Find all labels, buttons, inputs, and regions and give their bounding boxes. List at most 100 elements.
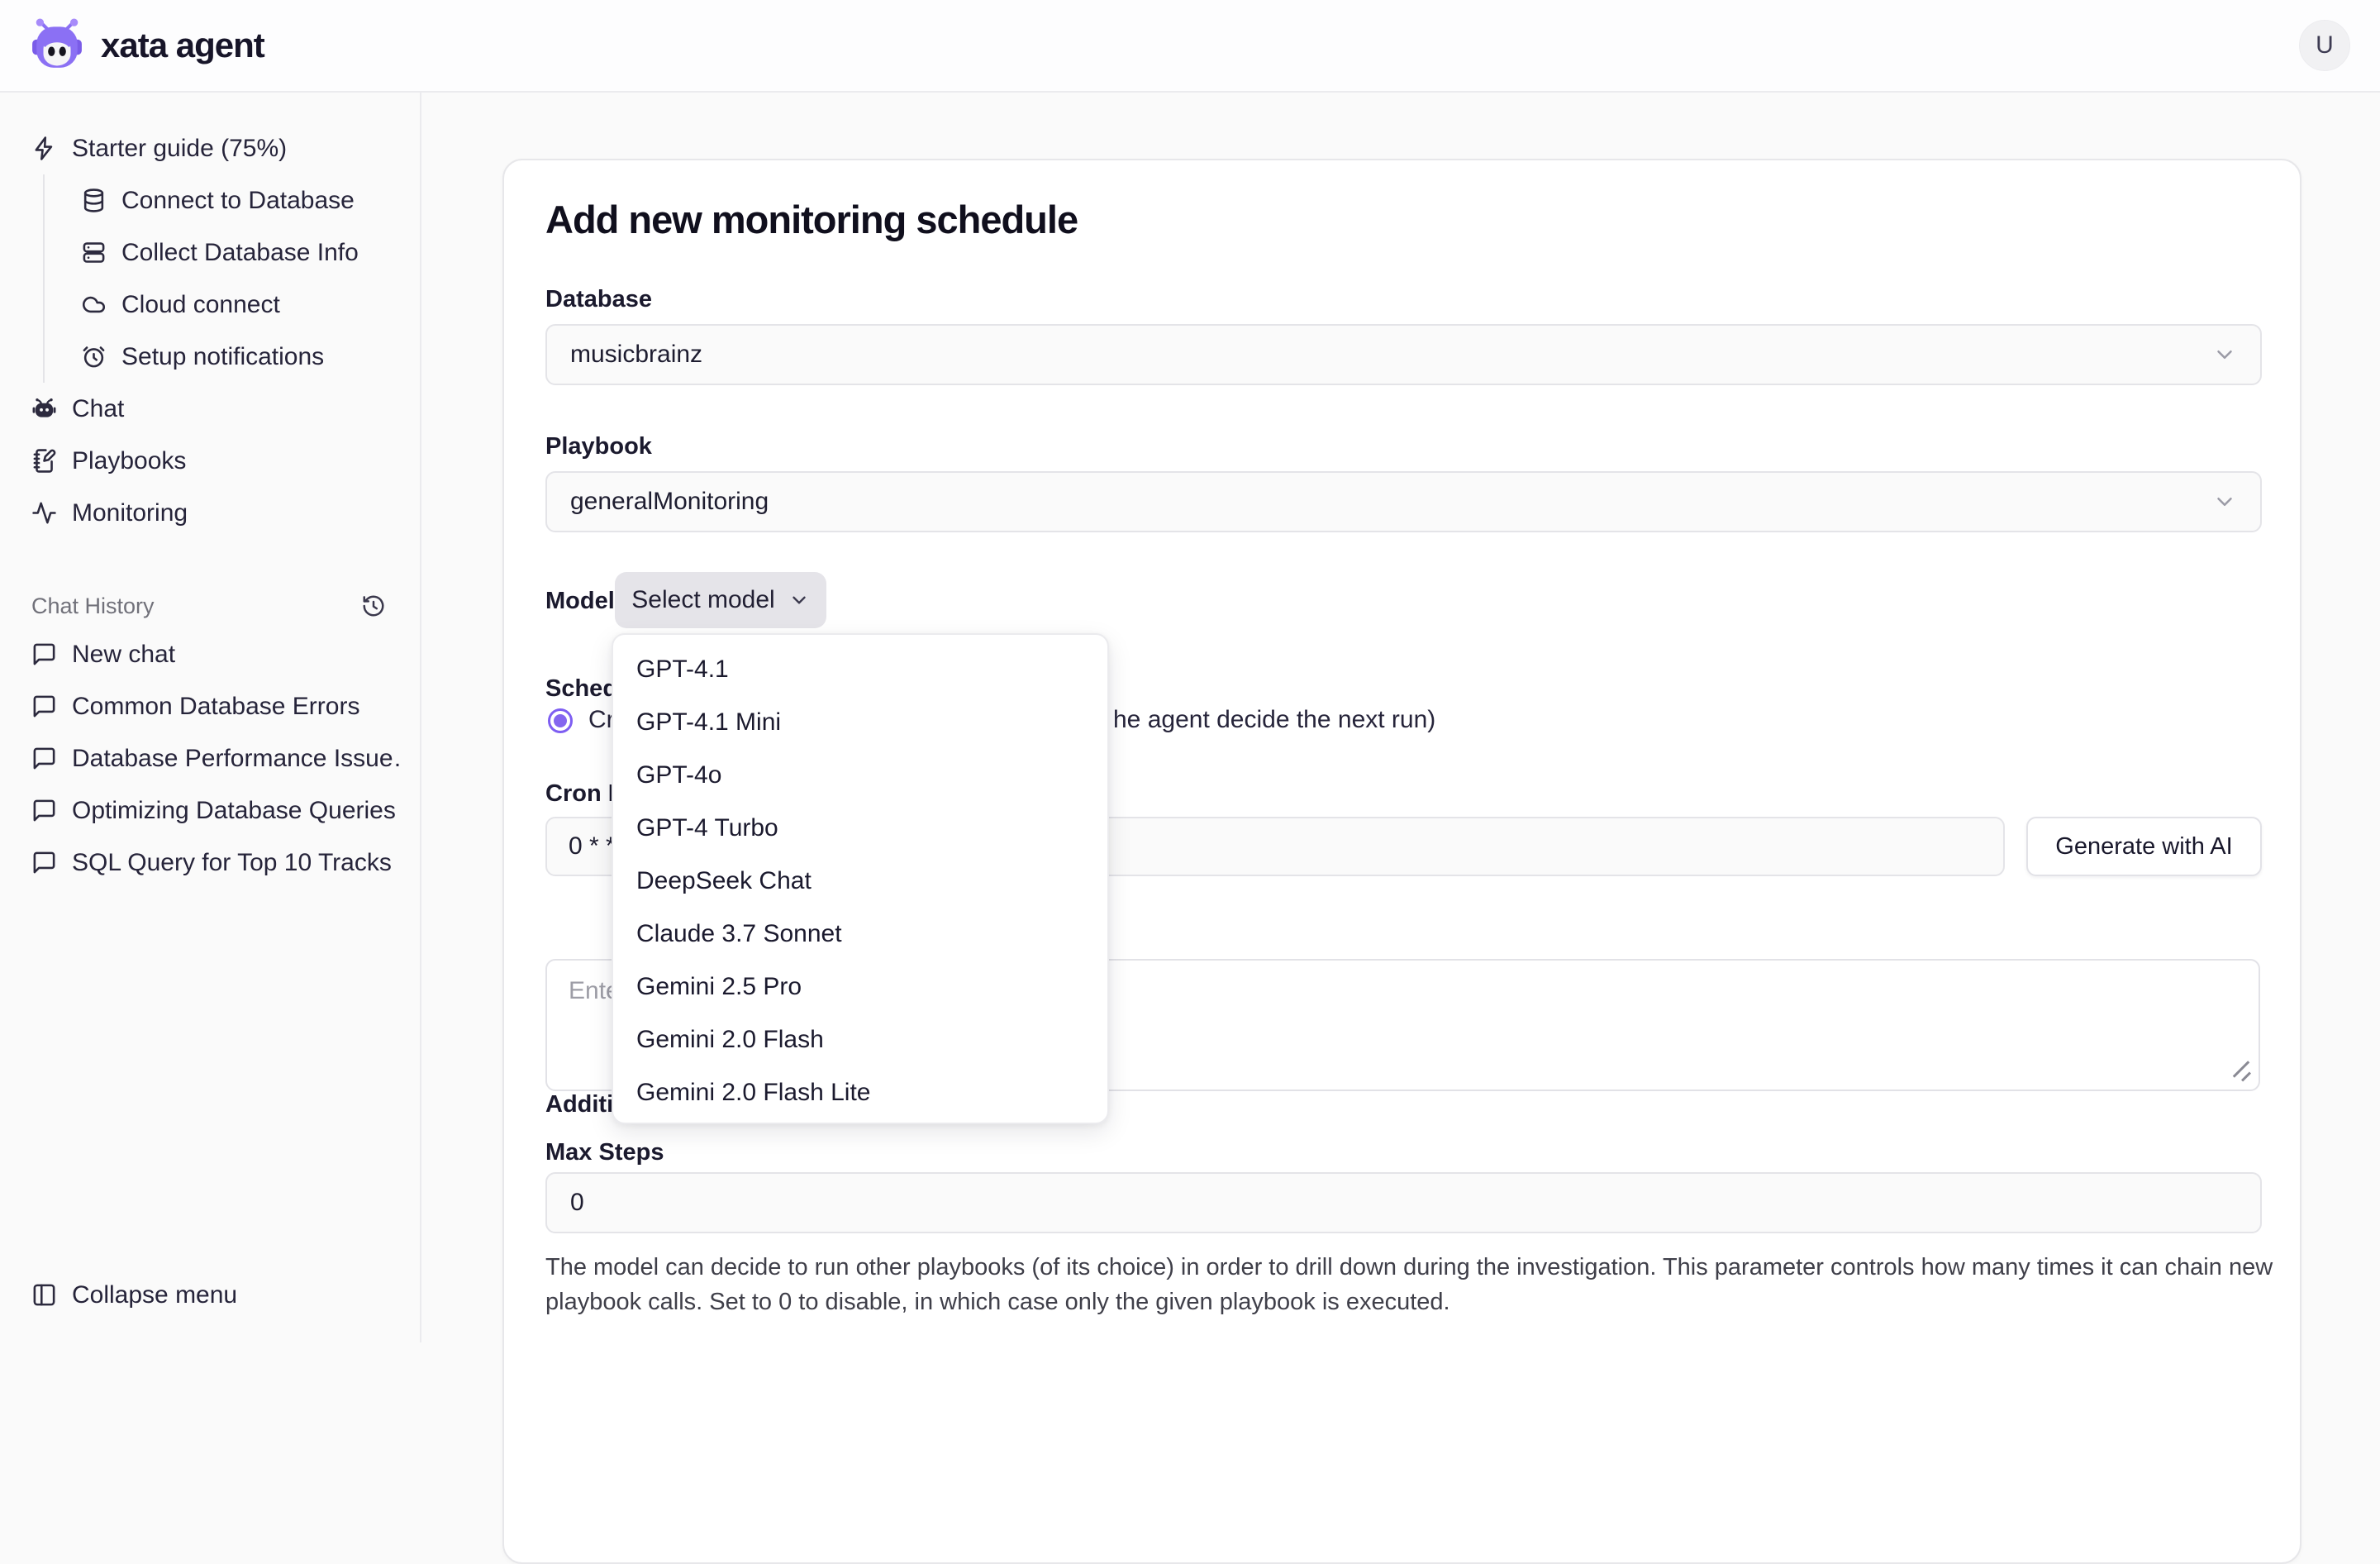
chat-history-header: Chat History — [20, 584, 400, 628]
sidebar-item-connect-to-database[interactable]: Connect to Database — [45, 174, 400, 226]
zap-icon — [31, 136, 57, 161]
app-root: xata agent U Starter guide (75%) Connect… — [0, 0, 2380, 1342]
sidebar-item-chat[interactable]: Chat — [20, 383, 400, 435]
model-option[interactable]: Gemini 2.0 Flash — [620, 1013, 1101, 1066]
playbook-select[interactable]: generalMonitoring — [545, 471, 2262, 532]
sidebar-item-label: Collect Database Info — [121, 239, 359, 267]
schedule-radio-label-left: Cr — [588, 706, 615, 734]
sidebar: Starter guide (75%) Connect to Database — [0, 93, 421, 1342]
activity-icon — [31, 500, 57, 526]
chat-history-item-label: Database Performance Issue… — [72, 745, 400, 773]
max-steps-label: Max Steps — [545, 1139, 664, 1166]
sidebar-item-monitoring[interactable]: Monitoring — [20, 487, 400, 539]
generate-with-ai-label: Generate with AI — [2055, 833, 2232, 860]
chat-history-item[interactable]: SQL Query for Top 10 Tracks … — [20, 837, 400, 889]
chat-history-item[interactable]: New chat — [20, 628, 400, 680]
textarea-resize-handle[interactable] — [2230, 1061, 2252, 1083]
history-icon — [361, 594, 386, 618]
chat-history-item[interactable]: Database Performance Issue… — [20, 732, 400, 784]
model-option-label: Gemini 2.0 Flash — [636, 1026, 824, 1054]
model-option-label: Gemini 2.5 Pro — [636, 973, 802, 1001]
chat-history-item-label: Common Database Errors — [72, 693, 359, 721]
collapse-menu-button[interactable]: Collapse menu — [20, 1269, 400, 1321]
max-steps-description: The model can decide to run other playbo… — [545, 1250, 2281, 1319]
sidebar-item-label: Monitoring — [72, 499, 188, 527]
model-option[interactable]: Gemini 2.0 Flash Lite — [620, 1066, 1101, 1119]
model-option-label: Gemini 2.0 Flash Lite — [636, 1079, 870, 1107]
message-square-icon — [31, 746, 57, 771]
sidebar-item-label: Chat — [72, 395, 124, 423]
avatar-initial: U — [2316, 31, 2334, 60]
schedule-label: Sched — [545, 675, 617, 703]
chat-history-item-label: SQL Query for Top 10 Tracks … — [72, 849, 400, 877]
model-label: Model — [545, 588, 615, 615]
model-option-label: GPT-4.1 — [636, 656, 729, 684]
top-header: xata agent U — [0, 0, 2380, 93]
robot-icon — [31, 396, 57, 422]
model-option[interactable]: GPT-4 Turbo — [620, 802, 1101, 855]
alarm-clock-icon — [81, 344, 107, 370]
cloud-icon — [81, 292, 107, 317]
chat-history-item-label: Optimizing Database Queries — [72, 797, 396, 825]
chat-history-item[interactable]: Optimizing Database Queries — [20, 784, 400, 837]
chat-history-list: New chat Common Database Errors Database… — [20, 628, 400, 889]
model-option[interactable]: Gemini 2.5 Pro — [620, 961, 1101, 1013]
model-option-label: GPT-4.1 Mini — [636, 708, 781, 737]
sidebar-item-label: Starter guide (75%) — [72, 135, 287, 163]
chevron-down-icon — [788, 589, 810, 611]
history-button[interactable] — [355, 588, 392, 624]
playbook-select-value: generalMonitoring — [570, 488, 769, 516]
notebook-pen-icon — [31, 448, 57, 474]
logo-text: xata agent — [101, 26, 264, 65]
sidebar-item-setup-notifications[interactable]: Setup notifications — [45, 331, 400, 383]
model-dropdown-menu: GPT-4.1 GPT-4.1 Mini GPT-4o GPT-4 Turbo … — [612, 633, 1109, 1124]
panel-left-icon — [31, 1282, 57, 1308]
sidebar-item-label: Setup notifications — [121, 343, 324, 371]
model-option-label: DeepSeek Chat — [636, 867, 812, 895]
model-option-label: GPT-4 Turbo — [636, 814, 778, 842]
max-steps-value: 0 — [570, 1189, 584, 1217]
sidebar-item-collect-database-info[interactable]: Collect Database Info — [45, 226, 400, 279]
starter-guide-children: Connect to Database Collect Database Inf… — [43, 174, 400, 383]
chat-history-item[interactable]: Common Database Errors — [20, 680, 400, 732]
model-option[interactable]: GPT-4.1 — [620, 643, 1101, 696]
sidebar-item-playbooks[interactable]: Playbooks — [20, 435, 400, 487]
model-option[interactable]: GPT-4.1 Mini — [620, 696, 1101, 749]
app-logo[interactable]: xata agent — [30, 18, 264, 73]
database-label: Database — [545, 286, 652, 313]
model-option[interactable]: GPT-4o — [620, 749, 1101, 802]
max-steps-input[interactable]: 0 — [545, 1172, 2262, 1233]
chat-history-title: Chat History — [31, 594, 155, 619]
message-square-icon — [31, 850, 57, 875]
cron-expression-value: 0 * * — [569, 832, 616, 861]
sidebar-item-label: Playbooks — [72, 447, 186, 475]
model-option-label: GPT-4o — [636, 761, 721, 789]
schedule-radio[interactable] — [548, 708, 573, 733]
message-square-icon — [31, 694, 57, 719]
message-square-icon — [31, 641, 57, 667]
collapse-menu-label: Collapse menu — [72, 1281, 237, 1309]
sidebar-item-label: Cloud connect — [121, 291, 280, 319]
generate-with-ai-button[interactable]: Generate with AI — [2026, 817, 2262, 876]
database-select-value: musicbrainz — [570, 341, 702, 369]
sidebar-item-cloud-connect[interactable]: Cloud connect — [45, 279, 400, 331]
model-option[interactable]: Claude 3.7 Sonnet — [620, 908, 1101, 961]
select-model-button[interactable]: Select model — [615, 572, 826, 628]
sidebar-item-starter-guide[interactable]: Starter guide (75%) — [20, 122, 400, 174]
chat-history-item-label: New chat — [72, 641, 175, 669]
chevron-down-icon — [2212, 342, 2237, 367]
xata-robot-logo-icon — [30, 18, 84, 73]
server-icon — [81, 240, 107, 265]
schedule-radio-label-right: he agent decide the next run) — [1113, 706, 1435, 734]
user-avatar[interactable]: U — [2299, 20, 2350, 71]
database-icon — [81, 188, 107, 213]
database-select[interactable]: musicbrainz — [545, 324, 2262, 385]
sidebar-item-label: Connect to Database — [121, 187, 355, 215]
select-model-button-label: Select model — [631, 586, 774, 614]
chevron-down-icon — [2212, 489, 2237, 514]
playbook-label: Playbook — [545, 433, 652, 460]
page-title: Add new monitoring schedule — [545, 197, 1078, 242]
model-option-label: Claude 3.7 Sonnet — [636, 920, 842, 948]
message-square-icon — [31, 798, 57, 823]
model-option[interactable]: DeepSeek Chat — [620, 855, 1101, 908]
